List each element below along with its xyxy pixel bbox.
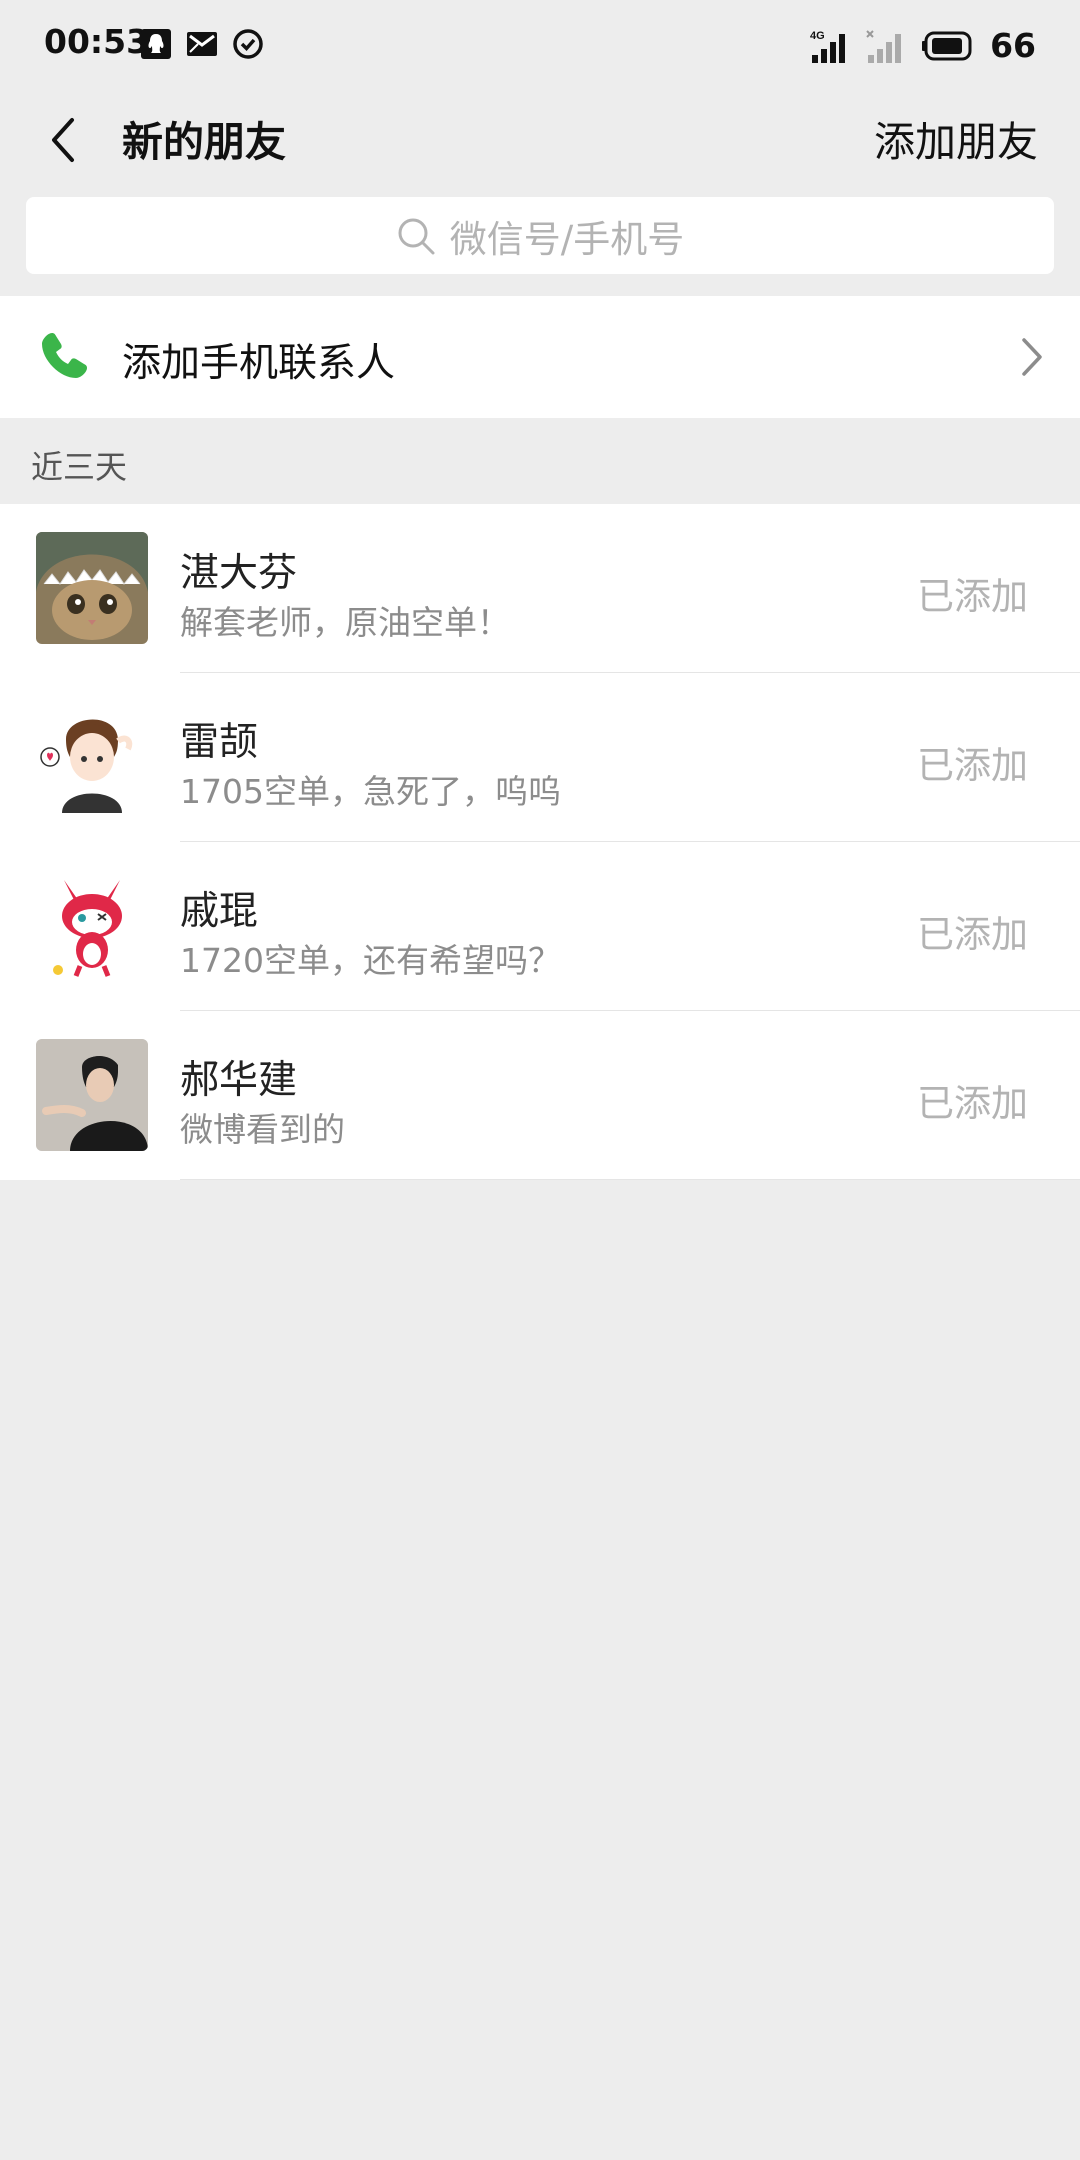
status-added: 已添加 [917, 913, 1028, 956]
cartoon-boy-avatar [36, 701, 148, 813]
friend-message: 1720空单，还有希望吗？ [180, 941, 561, 980]
section-label: 近三天 [31, 448, 128, 486]
battery-level: 66 [990, 26, 1036, 65]
signal-no-sim-icon [866, 29, 902, 63]
notification-icons [140, 28, 264, 60]
page-title: 新的朋友 [122, 118, 286, 166]
friend-name: 雷颉 [180, 720, 259, 765]
nav-bar: 新的朋友 添加朋友 [0, 90, 1080, 190]
search-input[interactable]: 微信号/手机号 [26, 197, 1054, 274]
network-label: 4G [810, 30, 825, 42]
status-bar: 00:53 4G 66 [0, 0, 1080, 90]
status-added: 已添加 [917, 575, 1028, 618]
check-circle-icon [233, 29, 263, 59]
friend-name: 戚琨 [180, 889, 259, 934]
friend-list: 湛大芬 解套老师，原油空单！ 已添加 雷颉 1705空单，急死了，呜呜 已添加 [0, 504, 1080, 1180]
search-icon [398, 218, 435, 254]
cartoon-fox-avatar [36, 870, 148, 982]
cat-shark-hat-avatar [36, 532, 148, 644]
status-added: 已添加 [917, 744, 1028, 787]
add-phone-contacts-label: 添加手机联系人 [122, 341, 396, 386]
battery-icon [922, 31, 972, 60]
status-time: 00:53 [44, 22, 150, 61]
friend-message: 1705空单，急死了，呜呜 [180, 772, 561, 811]
back-arrow-icon[interactable] [44, 112, 80, 168]
status-right: 4G 66 [810, 26, 1036, 65]
list-item[interactable]: 戚琨 1720空单，还有希望吗？ 已添加 [0, 842, 1080, 1011]
divider [180, 1179, 1080, 1180]
search-inner: 微信号/手机号 [396, 209, 684, 263]
friend-name: 郝华建 [180, 1058, 298, 1103]
friend-message: 微博看到的 [180, 1110, 345, 1149]
phone-icon [42, 333, 87, 378]
friend-name: 湛大芬 [180, 551, 298, 596]
search-placeholder: 微信号/手机号 [449, 217, 685, 261]
add-phone-contacts-row[interactable]: 添加手机联系人 [0, 296, 1080, 418]
section-header: 近三天 [0, 418, 1080, 504]
add-friend-button[interactable]: 添加朋友 [874, 108, 1038, 168]
friend-message: 解套老师，原油空单！ [180, 603, 510, 642]
signal-4g-icon: 4G [810, 30, 846, 63]
qq-notification-icon [141, 29, 171, 59]
list-item[interactable]: 郝华建 微博看到的 已添加 [0, 1011, 1080, 1180]
mail-notification-icon [187, 32, 217, 56]
list-item[interactable]: 湛大芬 解套老师，原油空单！ 已添加 [0, 504, 1080, 673]
list-item[interactable]: 雷颉 1705空单，急死了，呜呜 已添加 [0, 673, 1080, 842]
chevron-right-icon [1022, 338, 1042, 376]
photo-young-man-avatar [36, 1039, 148, 1151]
status-added: 已添加 [917, 1082, 1028, 1125]
